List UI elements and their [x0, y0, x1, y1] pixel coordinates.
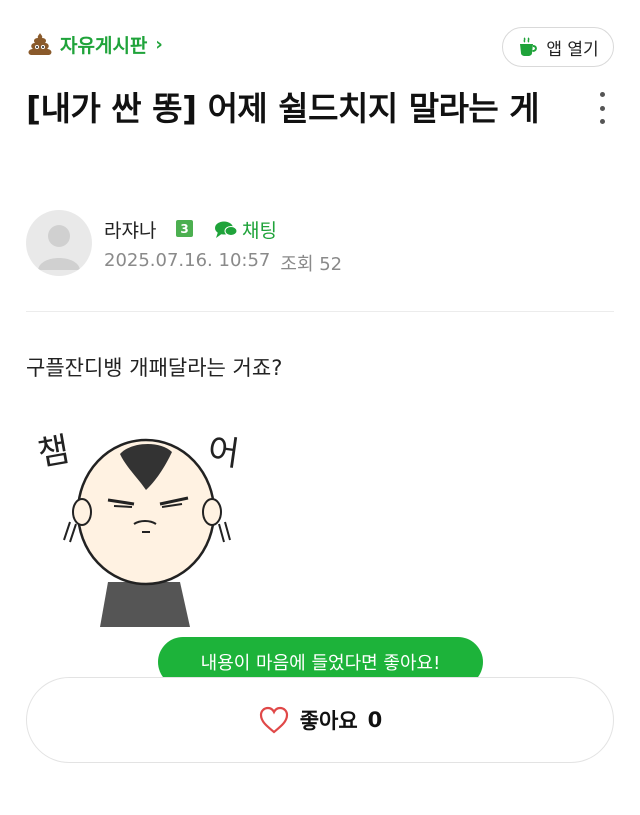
cup-icon: [520, 37, 538, 56]
heart-icon: [259, 706, 288, 734]
author-section: 라쟈나 3 채팅 2025.07.16. 10:57 조회 52: [26, 210, 614, 282]
chevron-right-icon: ›: [155, 33, 163, 55]
app-open-label: 앱 열기: [546, 39, 599, 60]
chat-bubble-icon: [215, 221, 238, 238]
board-link[interactable]: 자유게시판 ›: [26, 30, 163, 58]
chat-label: 채팅: [242, 220, 277, 242]
chat-button[interactable]: 채팅: [214, 216, 277, 243]
board-name: 자유게시판: [60, 34, 148, 57]
sticker-text-left: 챔: [35, 430, 73, 475]
like-button[interactable]: 좋아요 0: [26, 677, 614, 763]
post-date: 2025.07.16. 10:57: [104, 250, 271, 271]
like-label: 좋아요: [299, 709, 358, 733]
default-avatar-icon: [38, 225, 80, 270]
app-open-button[interactable]: 앱 열기: [502, 27, 614, 67]
author-name[interactable]: 라쟈나: [104, 216, 156, 243]
level-badge: 3: [176, 220, 193, 237]
kebab-menu-icon[interactable]: [590, 92, 614, 124]
sticker-text-right: 어: [205, 431, 242, 475]
top-bar: 자유게시판 › 앱 열기: [0, 0, 640, 80]
avatar[interactable]: [26, 210, 92, 276]
post-meta: 2025.07.16. 10:57 조회 52: [104, 250, 342, 276]
divider: [26, 311, 614, 312]
poop-icon: [28, 33, 52, 55]
sticker-image: 챔 어: [35, 430, 242, 627]
post-body: 구플잔디뱅 개패달라는 거죠?: [26, 356, 283, 380]
post-title: [내가 싼 똥] 어제 쉴드치지 말라는 게: [26, 89, 540, 128]
post-views: 조회 52: [280, 254, 343, 275]
like-count: 0: [367, 708, 383, 732]
